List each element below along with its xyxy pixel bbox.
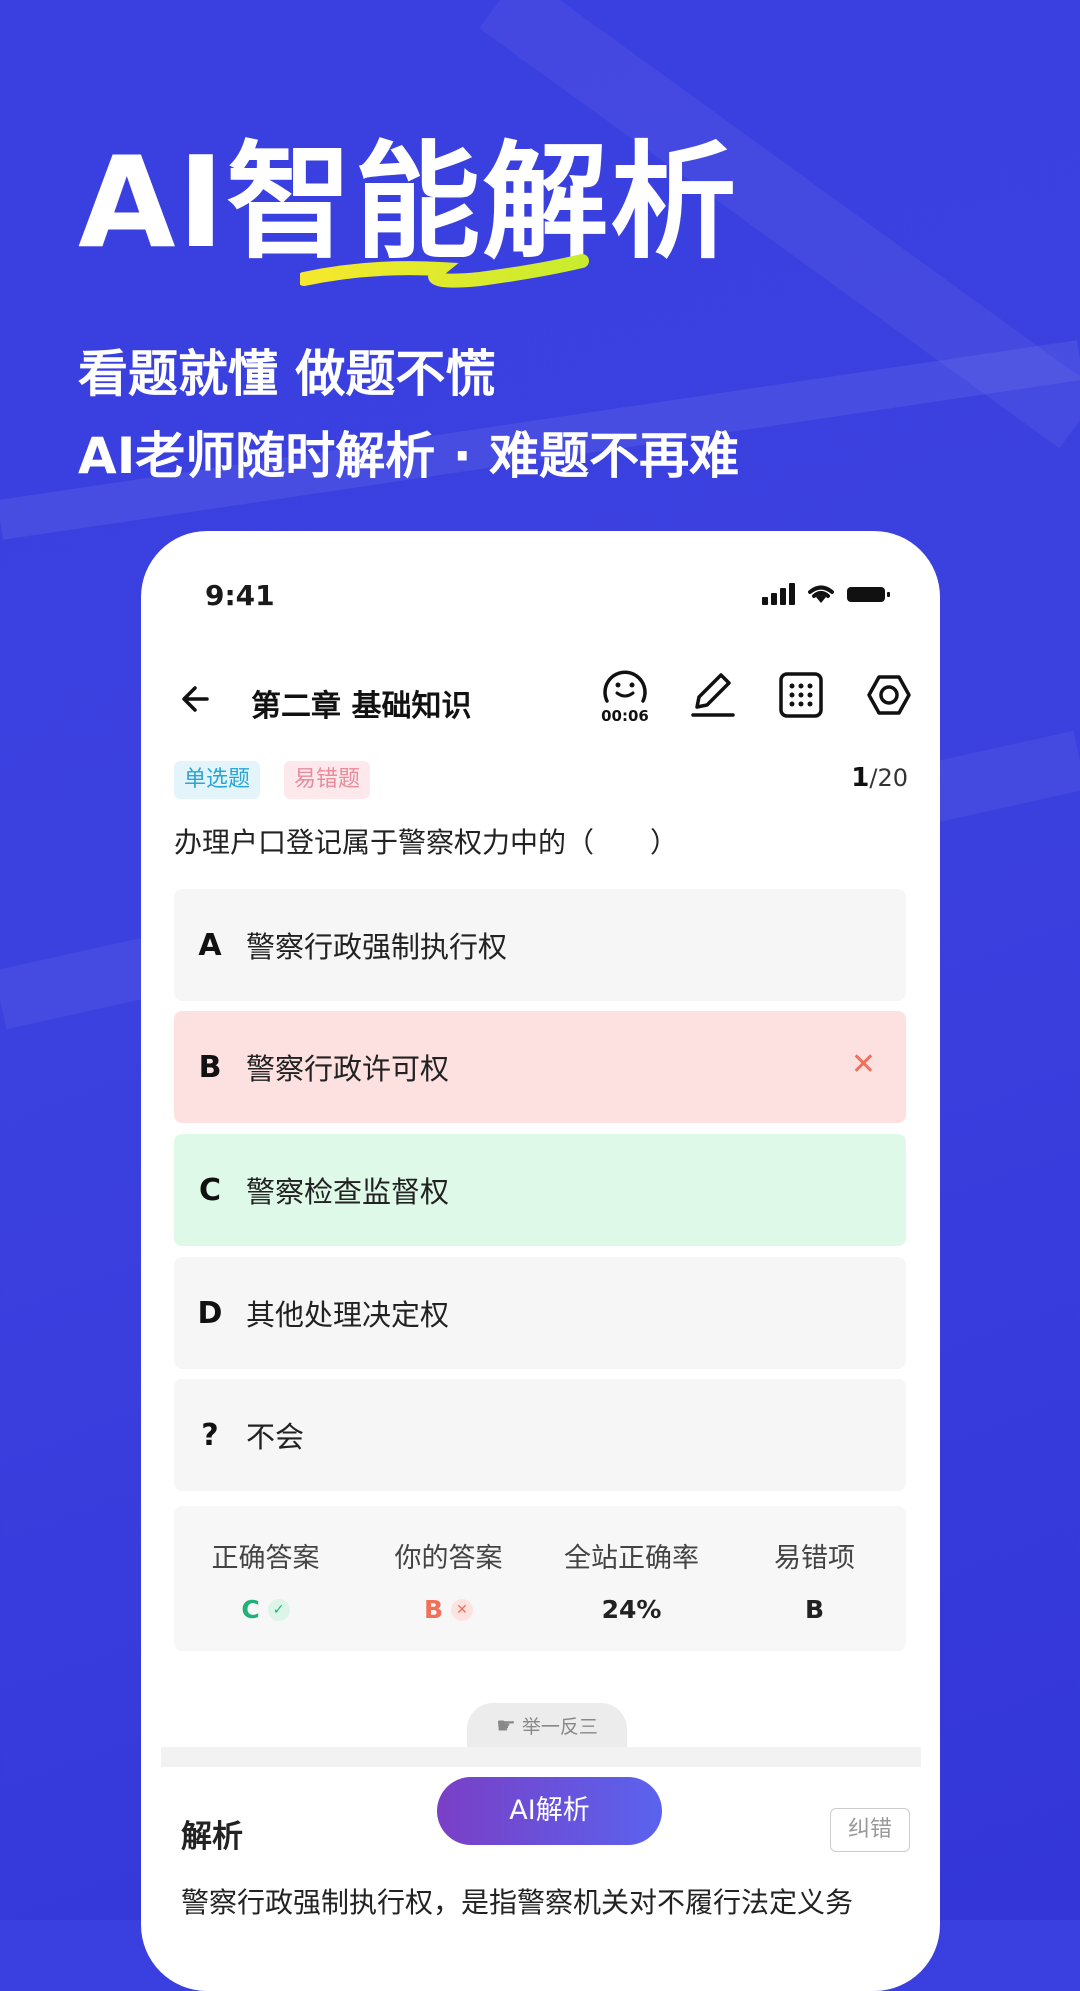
option-text: 警察行政许可权 [246, 1052, 450, 1086]
stat-label: 易错项 [774, 1543, 855, 1574]
option-c[interactable]: C 警察检查监督权 [174, 1134, 906, 1246]
option-letter: A [198, 927, 222, 963]
stat-value: 24% [601, 1595, 662, 1624]
question-text: 办理户口登记属于警察权力中的（ ） [174, 826, 679, 859]
stat-value: C [241, 1595, 260, 1624]
stat-correct-answer: 正确答案 C ✓ [174, 1506, 357, 1624]
analysis-text: 警察行政强制执行权，是指警察机关对不履行法定义务 [181, 1886, 854, 1919]
tag-error-prone: 易错题 [284, 761, 371, 799]
ai-analysis-button[interactable]: AI解析 [437, 1777, 662, 1845]
tab-examples-label: 举一反三 [521, 1716, 598, 1738]
option-a[interactable]: A 警察行政强制执行权 [174, 889, 906, 1001]
stat-common-mistake: 易错项 B [723, 1506, 906, 1624]
hero-subtitle-2: AI老师随时解析 · 难题不再难 [78, 427, 740, 485]
highlight-stroke [300, 254, 589, 288]
answer-sheet-grid-icon[interactable] [775, 667, 827, 723]
section-divider [161, 1747, 921, 1767]
timer-button[interactable]: 00:06 [599, 667, 651, 725]
chapter-title: 第二章 基础知识 [251, 689, 472, 724]
report-error-button[interactable]: 纠错 [830, 1808, 910, 1852]
phone-mockup: 9:41 第二章 基础知识 00:06 单选题 易错题 1/20 办理户口登记属… [141, 531, 940, 1991]
signal-icon [762, 583, 795, 605]
stat-label: 全站正确率 [564, 1543, 699, 1574]
option-b[interactable]: B 警察行政许可权 ✕ [174, 1011, 906, 1123]
option-letter: D [197, 1295, 223, 1331]
status-icons [762, 583, 892, 605]
question-progress: 1/20 [851, 763, 908, 793]
option-d[interactable]: D 其他处理决定权 [174, 1257, 906, 1369]
nav-bar: 第二章 基础知识 00:06 [141, 661, 940, 741]
stat-value: B [423, 1595, 444, 1624]
option-letter: ? [201, 1417, 219, 1453]
option-letter: B [198, 1049, 222, 1085]
tag-single-choice: 单选题 [174, 761, 261, 799]
stat-label: 正确答案 [211, 1543, 320, 1574]
progress-total: /20 [869, 764, 908, 792]
back-arrow-icon[interactable] [177, 679, 217, 719]
stat-label: 你的答案 [394, 1543, 503, 1574]
option-letter: C [198, 1172, 222, 1208]
battery-icon [847, 587, 890, 602]
option-text: 其他处理决定权 [246, 1298, 450, 1332]
option-dont-know[interactable]: ? 不会 [174, 1379, 906, 1491]
wrong-mark-icon: ✕ [850, 1047, 876, 1082]
option-text: 警察检查监督权 [246, 1175, 450, 1209]
wifi-icon [808, 585, 834, 603]
analysis-title: 解析 [181, 1819, 243, 1855]
check-icon: ✓ [267, 1598, 290, 1621]
status-time: 9:41 [205, 579, 275, 612]
stat-your-answer: 你的答案 B ✕ [357, 1506, 540, 1624]
option-text: 不会 [246, 1420, 305, 1454]
edit-pen-icon[interactable] [687, 667, 739, 723]
cross-icon: ✕ [451, 1598, 474, 1621]
option-text: 警察行政强制执行权 [246, 930, 508, 964]
settings-hexagon-icon[interactable] [863, 667, 915, 723]
timer-face-icon [603, 670, 647, 703]
pointing-hand-icon: ☛ [496, 1714, 516, 1739]
stat-accuracy-rate: 全站正确率 24% [540, 1506, 723, 1624]
timer-value: 00:06 [601, 707, 649, 725]
answer-stats: 正确答案 C ✓ 你的答案 B ✕ 全站正确率 24% 易错项 B [174, 1506, 906, 1651]
hero-subtitle-1: 看题就懂 做题不慌 [78, 345, 496, 403]
progress-current: 1 [851, 763, 870, 793]
stat-value: B [804, 1595, 825, 1624]
